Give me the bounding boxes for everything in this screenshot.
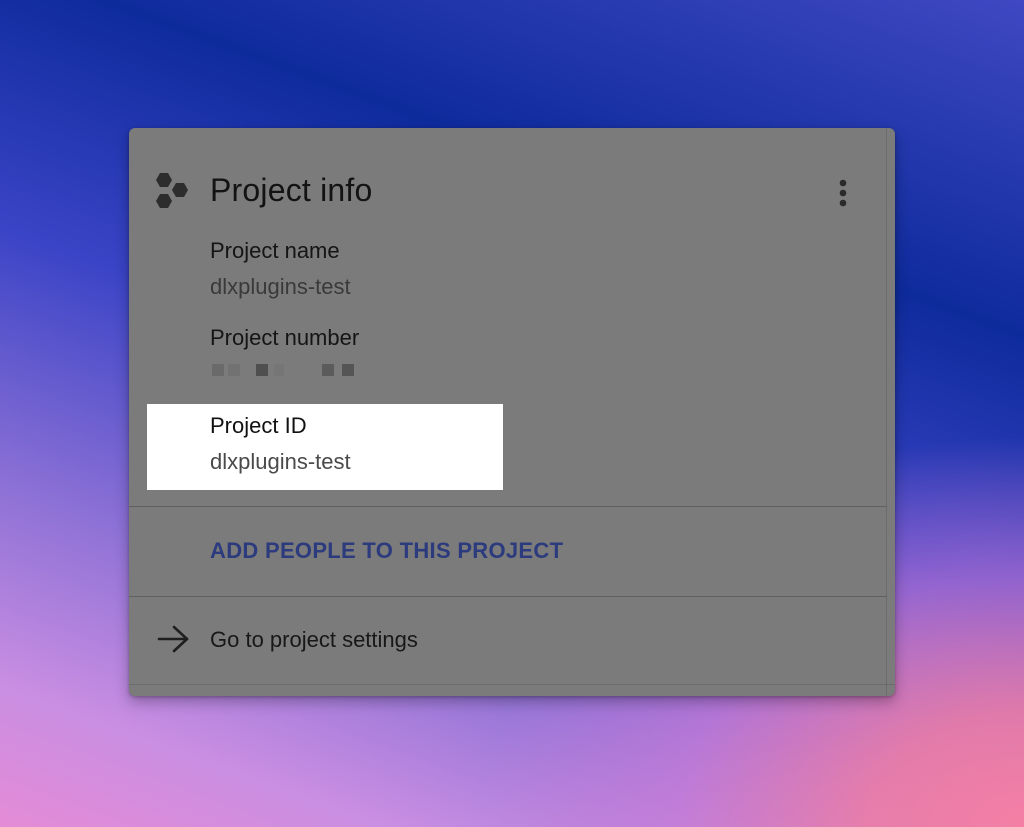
arrow-right-icon [157, 625, 189, 653]
project-name-section: Project name dlxplugins-test [210, 237, 570, 301]
card-header: Project info [129, 128, 895, 238]
add-people-button[interactable]: ADD PEOPLE TO THIS PROJECT [210, 538, 563, 564]
project-number-section: Project number [210, 324, 570, 378]
hexagon-cluster-icon [156, 173, 188, 208]
settings-link-label: Go to project settings [210, 627, 418, 652]
card-title: Project info [210, 172, 373, 208]
project-name-value: dlxplugins-test [210, 274, 351, 299]
project-id-highlight: Project ID dlxplugins-test [147, 404, 503, 490]
project-id-value: dlxplugins-test [210, 449, 351, 474]
card-edge-bottom [129, 684, 895, 685]
project-id-label: Project ID [210, 413, 307, 438]
divider [129, 596, 887, 597]
project-info-card: Project info Project name dlxplugins-tes… [129, 128, 895, 696]
go-to-project-settings-link[interactable]: Go to project settings [129, 598, 887, 684]
divider [129, 506, 887, 507]
project-number-label: Project number [210, 325, 360, 350]
more-vert-icon[interactable] [825, 175, 861, 211]
project-number-redacted-value [210, 364, 570, 378]
project-id-section: Project ID dlxplugins-test [210, 412, 570, 476]
project-name-label: Project name [210, 238, 340, 263]
